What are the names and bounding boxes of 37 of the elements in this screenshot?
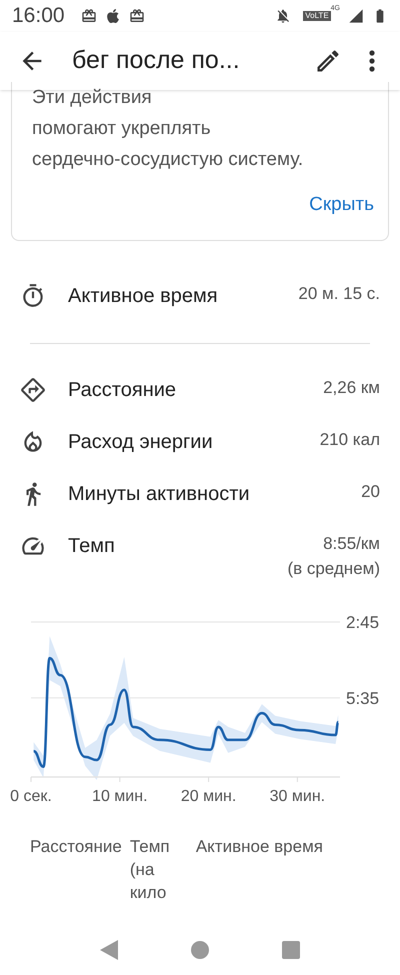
metric-value: 2,26 км (323, 376, 380, 398)
metric-value: 8:55/км (323, 532, 380, 554)
metric-value: 20 (361, 480, 380, 502)
column-header: Активное время (196, 836, 323, 858)
window-title: бег после по... (72, 45, 241, 76)
metric-value: 210 кал (320, 428, 380, 450)
column-header: Темп (на кило (130, 836, 171, 904)
gift-icon (80, 8, 97, 24)
metric-note: (в среднем) (287, 558, 380, 580)
y-axis-label: 5:35 (346, 688, 380, 708)
x-axis-label: 10 мин. (92, 788, 148, 804)
info-text: сердечно-сосудистую систему. (32, 148, 304, 172)
home-nav-icon[interactable] (190, 941, 209, 959)
x-axis-label: 20 мин. (180, 788, 236, 804)
x-axis-label: 0 сек. (10, 788, 52, 804)
hide-link[interactable]: Скрыть (309, 191, 374, 220)
y-axis-label: 2:45 (346, 612, 380, 632)
metric-label: Темп (68, 534, 116, 558)
apple-icon (104, 8, 121, 24)
gift-icon (128, 8, 145, 24)
metric-label: Активное время (68, 284, 219, 308)
volte-badge: VoLTE (303, 11, 331, 21)
status-time: 16:00 (12, 3, 65, 30)
signal-icon (348, 8, 364, 24)
muted-bell-icon (275, 8, 292, 24)
directions-icon (20, 376, 46, 402)
metric-label: Расход энергии (68, 430, 214, 454)
x-axis-label: 30 мин. (270, 788, 326, 804)
metric-label: Расстояние (68, 378, 178, 402)
metric-label: Минуты активности (68, 482, 251, 506)
info-text: Эти действия (32, 86, 153, 110)
more-vert-icon (369, 50, 375, 72)
back-nav-icon[interactable] (100, 940, 118, 960)
column-header: Расстояние (30, 836, 122, 858)
metric-value: 20 м. 15 с. (298, 282, 380, 304)
info-text: помогают укреплять (32, 117, 212, 141)
recents-nav-icon[interactable] (282, 941, 300, 959)
